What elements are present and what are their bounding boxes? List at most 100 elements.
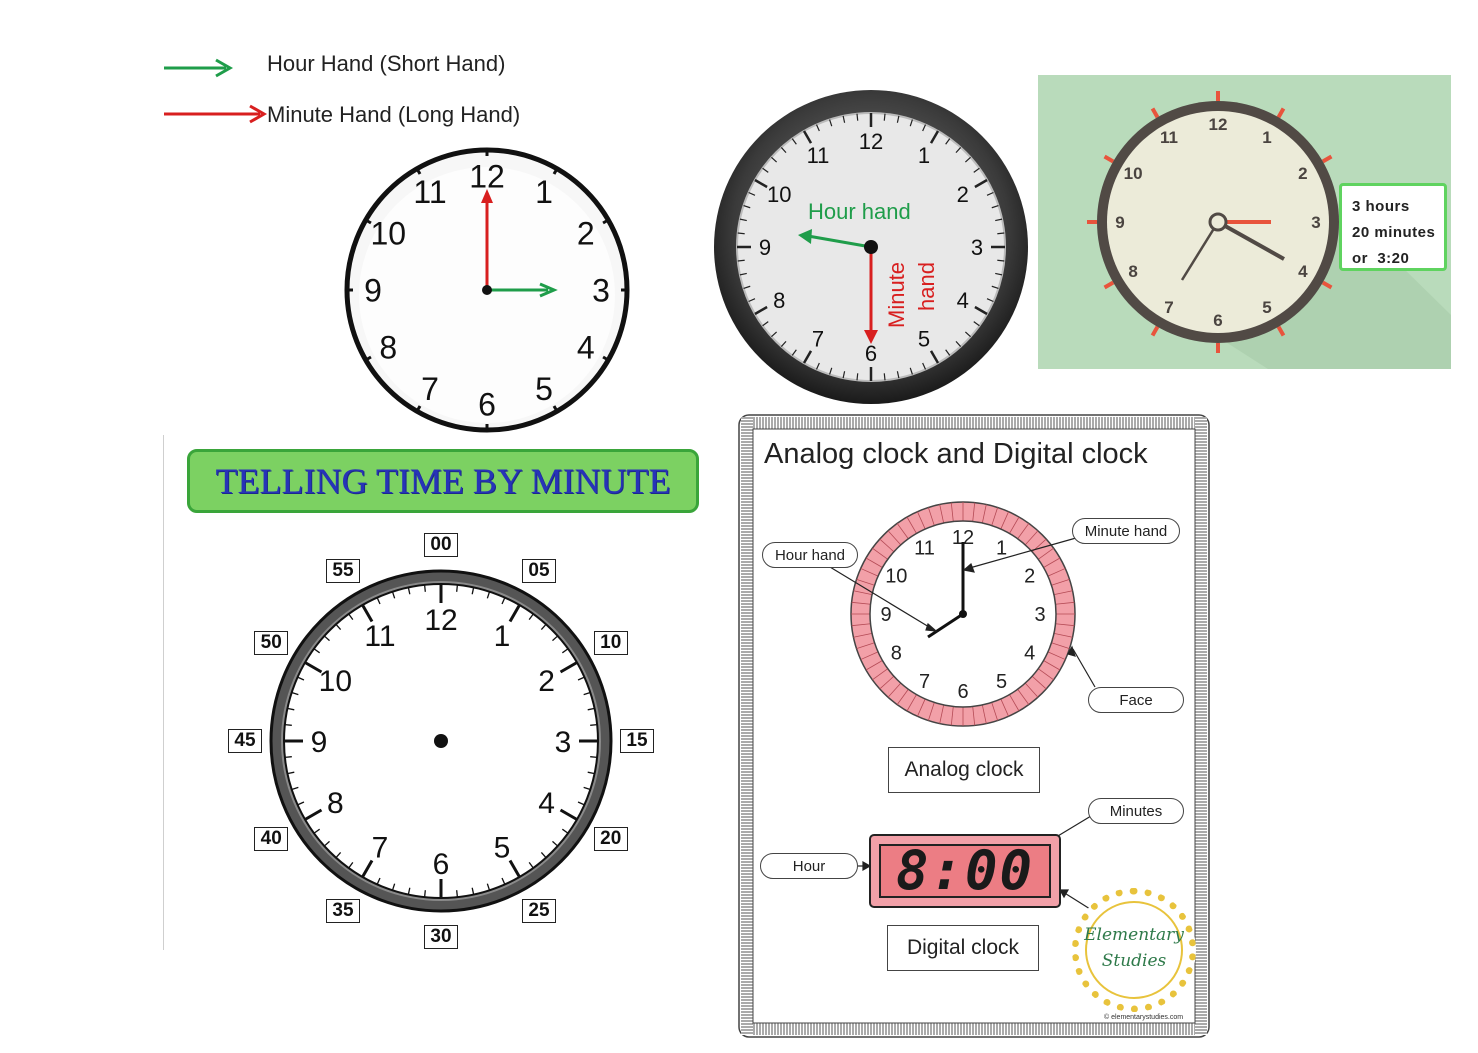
clock-number: 1	[996, 538, 1007, 560]
analog-clock-label: Analog clock	[888, 747, 1040, 793]
hour-label: Hour	[760, 853, 858, 879]
clock-number: 4	[577, 330, 595, 366]
clock-tick	[590, 756, 598, 759]
callout-minutes: 20 minutes	[1352, 224, 1436, 241]
clock-number: 6	[433, 848, 450, 881]
clock-number: 8	[379, 330, 397, 366]
hour-marker	[1321, 154, 1333, 164]
clock-number: 5	[918, 327, 930, 352]
minute-label-box: 35	[326, 898, 360, 923]
clock-number: 12	[1209, 115, 1228, 134]
clock-tick	[883, 113, 886, 121]
clock-number: 5	[1262, 298, 1271, 317]
minute-label-box: 05	[522, 559, 556, 584]
minute-label-box: 40	[254, 827, 289, 851]
clock-number: 12	[424, 604, 457, 637]
clock-center	[1208, 212, 1228, 232]
clock-number: 10	[319, 665, 352, 698]
clock-number: 1	[1262, 128, 1271, 147]
clock-tick	[284, 723, 292, 726]
clock-number: 8	[1128, 262, 1137, 281]
logo-line1: Elementary	[1084, 925, 1184, 945]
copyright-text: © elementarystudies.com	[1104, 1014, 1184, 1021]
minute-label-box: 25	[522, 898, 556, 923]
minute-label-box: 20	[593, 827, 628, 851]
minute-legend-arrow	[164, 104, 268, 124]
callout-hours: 3 hours	[1352, 198, 1410, 215]
clock-number: 8	[891, 643, 902, 665]
clock-tick	[590, 723, 598, 726]
hour-marker	[1150, 107, 1160, 119]
clock-number: 10	[885, 566, 907, 588]
clock-number: 2	[957, 182, 969, 207]
hour-legend-arrow	[164, 58, 234, 78]
minute-hand-label-line1: Minute	[884, 262, 909, 328]
clock-number: 10	[1124, 164, 1143, 183]
clock-number: 7	[372, 831, 389, 864]
clock-number: 4	[538, 787, 555, 820]
clock-tick	[883, 373, 886, 381]
minutes-label: Minutes	[1088, 798, 1184, 824]
clock-number: 5	[996, 671, 1007, 693]
hour-hand-label: Hour hand	[808, 199, 911, 224]
clock-center	[434, 734, 448, 748]
digital-clock-label: Digital clock	[887, 925, 1039, 971]
clock-number: 7	[919, 671, 930, 693]
elementary-studies-logo: Elementary Studies	[1072, 888, 1196, 1012]
clock-tick	[997, 232, 1005, 235]
analog-digital-worksheet: Analog clock and Digital clock 12 1 2 3 4 5 6 7…	[738, 414, 1210, 1038]
clock-tick	[856, 113, 859, 121]
clock-number: 11	[914, 538, 935, 560]
clock-number: 4	[1024, 643, 1035, 665]
hour-marker	[1103, 280, 1115, 290]
clock-number: 4	[1298, 262, 1308, 281]
clock-number: 10	[370, 216, 406, 252]
hour-hand-legend-label: Hour Hand (Short Hand)	[267, 51, 506, 76]
clock-number: 6	[478, 387, 496, 423]
clock-tick	[423, 584, 426, 592]
clock-tick	[284, 756, 292, 759]
hour-marker	[1150, 325, 1160, 337]
clock-number: 4	[957, 288, 969, 313]
face-label: Face	[1088, 687, 1184, 713]
minute-label-box: 10	[593, 631, 628, 655]
minute-label-box: 50	[254, 631, 289, 655]
clock-number: 1	[494, 620, 511, 653]
digital-clock-time: 8:00	[895, 839, 1035, 902]
clock-number: 1	[535, 174, 553, 210]
minute-label-box: 55	[326, 559, 360, 584]
minute-hand-label-line2: hand	[914, 262, 939, 311]
clock-tick	[456, 890, 459, 898]
clock-number: 2	[1024, 566, 1035, 588]
legend-arrows	[164, 58, 268, 124]
hour-hand-label: Hour hand	[762, 542, 858, 568]
clock-number: 6	[957, 681, 968, 703]
clock-number: 7	[421, 371, 439, 407]
clock-number: 6	[1213, 311, 1222, 330]
clock-number: 3	[971, 235, 983, 260]
clock-number: 3	[1311, 213, 1320, 232]
clock-tick	[997, 259, 1005, 262]
minute-label-box: 15	[620, 729, 654, 753]
clock-hour-minute-hands: 121234567891011 Hour hand Minute hand	[714, 90, 1028, 404]
clock-number: 9	[364, 273, 382, 309]
clock-center	[482, 285, 492, 295]
minute-label-box: 30	[424, 925, 458, 949]
clock-number: 11	[1160, 128, 1178, 147]
clock-number: 3	[555, 726, 572, 759]
minute-label-box: 00	[424, 533, 458, 557]
clock-number: 8	[773, 288, 785, 313]
clock-center	[864, 240, 878, 254]
minute-hand-legend-label: Minute Hand (Long Hand)	[267, 102, 521, 127]
minute-hand-label: Minute hand	[1072, 518, 1180, 544]
clock-number: 9	[759, 235, 771, 260]
minute-label-box: 45	[228, 729, 262, 753]
clock-number: 3	[1034, 604, 1045, 626]
clock-number: 8	[327, 787, 344, 820]
clock-number: 2	[577, 216, 595, 252]
minute-clock: 12 1234567891011	[269, 569, 613, 913]
clock-number: 10	[767, 182, 791, 207]
clock-number: 2	[1298, 164, 1307, 183]
clock-number: 11	[413, 174, 446, 210]
hour-marker	[1276, 107, 1286, 119]
